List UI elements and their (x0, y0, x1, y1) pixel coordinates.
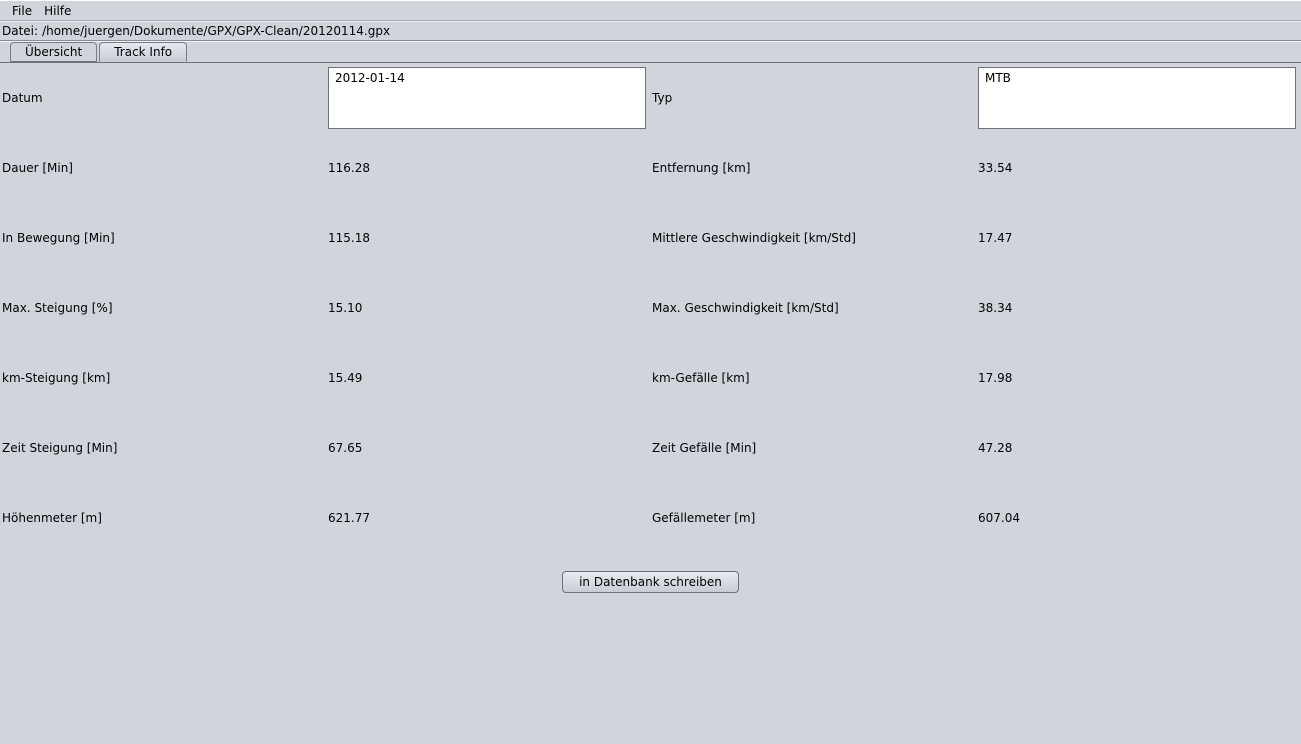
label-kmsteig: km-Steigung [km] (0, 343, 326, 413)
tabbar: Übersicht Track Info (0, 41, 1301, 63)
input-typ[interactable] (978, 67, 1296, 129)
label-inbewegung: In Bewegung [Min] (0, 203, 326, 273)
file-path: /home/juergen/Dokumente/GPX/GPX-Clean/20… (42, 24, 390, 38)
value-kmsteig: 15.49 (326, 343, 650, 413)
input-datum[interactable] (328, 67, 646, 129)
label-hoehenmeter: Höhenmeter [m] (0, 483, 326, 553)
label-entfernung: Entfernung [km] (650, 133, 976, 203)
label-maxsteig: Max. Steigung [%] (0, 273, 326, 343)
label-datum: Datum (0, 63, 326, 133)
value-dauer: 116.28 (326, 133, 650, 203)
value-maxgeschw: 38.34 (976, 273, 1300, 343)
content-area: Datum Typ Dauer [Min] 116.28 Entfernung … (0, 63, 1301, 744)
value-zeitgefaelle: 47.28 (976, 413, 1300, 483)
label-typ: Typ (650, 63, 976, 133)
label-mittgeschw: Mittlere Geschwindigkeit [km/Std] (650, 203, 976, 273)
menubar: File Hilfe (0, 0, 1301, 21)
file-prefix: Datei: (2, 24, 38, 38)
label-maxgeschw: Max. Geschwindigkeit [km/Std] (650, 273, 976, 343)
tab-overview[interactable]: Übersicht (10, 42, 97, 62)
value-inbewegung: 115.18 (326, 203, 650, 273)
value-entfernung: 33.54 (976, 133, 1300, 203)
write-db-button[interactable]: in Datenbank schreiben (562, 571, 739, 593)
value-kmgefaelle: 17.98 (976, 343, 1300, 413)
value-gefaellemeter: 607.04 (976, 483, 1300, 553)
label-kmgefaelle: km-Gefälle [km] (650, 343, 976, 413)
value-maxsteig: 15.10 (326, 273, 650, 343)
tab-trackinfo[interactable]: Track Info (99, 42, 187, 62)
label-zeitgefaelle: Zeit Gefälle [Min] (650, 413, 976, 483)
label-dauer: Dauer [Min] (0, 133, 326, 203)
menu-file[interactable]: File (6, 4, 38, 18)
file-path-line: Datei: /home/juergen/Dokumente/GPX/GPX-C… (0, 21, 1301, 41)
label-gefaellemeter: Gefällemeter [m] (650, 483, 976, 553)
value-hoehenmeter: 621.77 (326, 483, 650, 553)
menu-help[interactable]: Hilfe (38, 4, 77, 18)
label-zeitsteig: Zeit Steigung [Min] (0, 413, 326, 483)
value-mittgeschw: 17.47 (976, 203, 1300, 273)
value-zeitsteig: 67.65 (326, 413, 650, 483)
